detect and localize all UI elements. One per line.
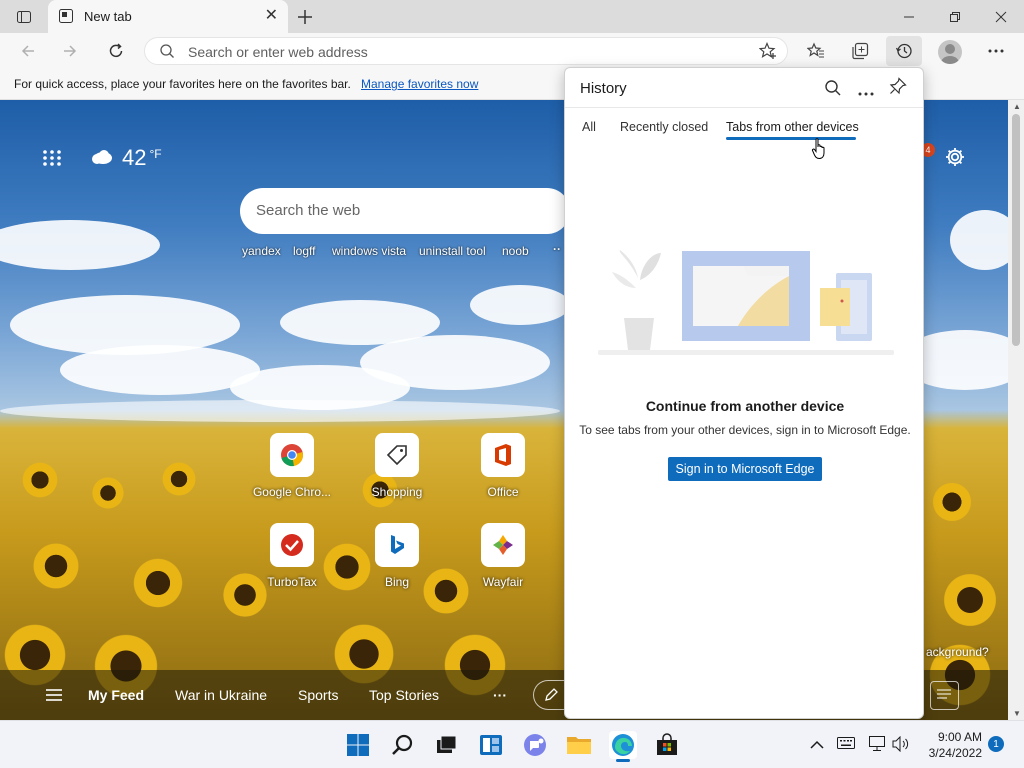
- quick-link-turbotax[interactable]: TurboTax: [247, 523, 337, 589]
- more-suggestions-icon[interactable]: ··: [553, 242, 561, 256]
- search-suggestion[interactable]: yandex: [242, 244, 281, 258]
- quick-link-label: Wayfair: [482, 575, 524, 589]
- notification-count-badge[interactable]: 1: [988, 736, 1004, 752]
- weather-temperature: 42: [122, 145, 147, 170]
- search-history-icon[interactable]: [824, 79, 842, 100]
- tab-tabs-from-other-devices[interactable]: Tabs from other devices: [726, 120, 859, 134]
- quick-link-office[interactable]: Office: [458, 433, 548, 499]
- weather-unit: °F: [149, 147, 162, 161]
- cloud-icon: [90, 149, 114, 168]
- close-window-button[interactable]: [978, 0, 1024, 33]
- feed-menu-icon[interactable]: [45, 688, 63, 705]
- search-suggestion[interactable]: noob: [502, 244, 529, 258]
- tab-all[interactable]: All: [582, 120, 596, 134]
- scrollbar-thumb[interactable]: [1012, 114, 1020, 346]
- sign-in-button[interactable]: Sign in to Microsoft Edge: [668, 457, 822, 481]
- address-placeholder: Search or enter web address: [188, 44, 368, 60]
- clock-date: 3/24/2022: [928, 746, 982, 760]
- search-suggestion[interactable]: logff: [293, 244, 315, 258]
- personalize-edit-icon[interactable]: [533, 680, 567, 710]
- quick-link-google-chrome[interactable]: Google Chro...: [247, 433, 337, 499]
- quick-link-label: Shopping: [371, 485, 423, 499]
- search-suggestion[interactable]: windows vista: [332, 244, 406, 258]
- bing-icon: [375, 523, 419, 567]
- forward-button[interactable]: [54, 37, 86, 65]
- close-tab-icon[interactable]: ✕: [265, 8, 278, 24]
- widgets-icon[interactable]: [477, 731, 505, 759]
- back-button[interactable]: [12, 37, 44, 65]
- teams-chat-icon[interactable]: [521, 731, 549, 759]
- feed-tab-war-in-ukraine[interactable]: War in Ukraine: [175, 687, 267, 703]
- web-search-placeholder: Search the web: [256, 202, 361, 219]
- start-windows-icon[interactable]: [344, 731, 372, 759]
- new-tab-button[interactable]: [289, 3, 321, 31]
- layout-toggle-icon[interactable]: [930, 681, 959, 710]
- tab-strip: New tab ✕: [0, 0, 1024, 33]
- active-app-indicator: [616, 759, 630, 762]
- active-tab-indicator: [726, 137, 856, 140]
- volume-icon[interactable]: [892, 735, 912, 755]
- wayfair-icon: [481, 523, 525, 567]
- system-clock[interactable]: 9:00 AM 3/24/2022: [914, 729, 982, 761]
- quick-link-label: Office: [487, 485, 519, 499]
- tab-new-tab[interactable]: New tab ✕: [48, 0, 288, 33]
- empty-state-title: Continue from another device: [645, 398, 845, 414]
- quick-link-label: Google Chro...: [252, 485, 332, 499]
- feed-tab-sports[interactable]: Sports: [298, 687, 338, 703]
- new-tab-icon: [58, 8, 74, 24]
- feed-tab-my-feed[interactable]: My Feed: [88, 687, 144, 703]
- tab-title: New tab: [84, 9, 132, 24]
- feed-more-icon[interactable]: ···: [493, 687, 507, 703]
- history-title: History: [580, 80, 627, 97]
- taskbar-search-icon[interactable]: [389, 731, 417, 759]
- background-prompt[interactable]: ackground?: [926, 645, 989, 659]
- turbotax-icon: [270, 523, 314, 567]
- shopping-tag-icon: [375, 433, 419, 477]
- quick-link-label: Bing: [384, 575, 410, 589]
- address-bar[interactable]: Search or enter web address: [144, 37, 788, 65]
- history-more-options-icon[interactable]: [858, 84, 874, 99]
- file-explorer-icon[interactable]: [565, 731, 593, 759]
- quick-link-wayfair[interactable]: Wayfair: [458, 523, 548, 589]
- weather-widget[interactable]: 42 °F: [90, 145, 162, 171]
- task-view-icon[interactable]: [432, 731, 460, 759]
- empty-state-description: To see tabs from your other devices, sig…: [579, 423, 911, 437]
- profile-avatar[interactable]: [938, 40, 962, 64]
- minimize-button[interactable]: [886, 0, 932, 33]
- add-favorite-icon[interactable]: [758, 41, 777, 63]
- search-suggestion[interactable]: uninstall tool: [419, 244, 486, 258]
- network-icon[interactable]: [869, 736, 887, 755]
- tab-recently-closed[interactable]: Recently closed: [620, 120, 708, 134]
- tab-actions-icon[interactable]: [8, 3, 40, 31]
- quick-link-shopping[interactable]: Shopping: [352, 433, 442, 499]
- keyboard-icon[interactable]: [837, 737, 855, 752]
- web-search-box[interactable]: Search the web: [240, 188, 570, 234]
- clock-time: 9:00 AM: [937, 730, 982, 744]
- history-panel: History All Recently closed Tabs from ot…: [564, 67, 924, 719]
- quick-link-bing[interactable]: Bing: [352, 523, 442, 589]
- refresh-button[interactable]: [100, 37, 132, 65]
- restore-button[interactable]: [932, 0, 978, 33]
- chrome-icon: [270, 433, 314, 477]
- devices-illustration: [598, 248, 894, 361]
- mouse-cursor-hand-icon: [811, 137, 827, 164]
- history-icon[interactable]: [886, 36, 922, 66]
- favorites-icon[interactable]: [800, 37, 832, 65]
- page-settings-gear-icon[interactable]: [944, 146, 966, 171]
- microsoft-store-icon[interactable]: [653, 731, 681, 759]
- pin-panel-icon[interactable]: [889, 77, 907, 98]
- favorites-bar-message: For quick access, place your favorites h…: [14, 77, 351, 91]
- show-hidden-icons-chevron-icon[interactable]: [810, 738, 824, 753]
- feed-tab-top-stories[interactable]: Top Stories: [369, 687, 439, 703]
- page-scrollbar[interactable]: ▲ ▼: [1008, 100, 1024, 720]
- quick-link-label: TurboTax: [267, 575, 317, 589]
- apps-launcher-icon[interactable]: [42, 149, 62, 170]
- edge-taskbar-icon[interactable]: [609, 731, 637, 759]
- manage-favorites-link[interactable]: Manage favorites now: [361, 77, 478, 91]
- settings-more-icon[interactable]: [980, 37, 1012, 65]
- search-icon: [159, 43, 175, 62]
- collections-icon[interactable]: [844, 37, 876, 65]
- office-icon: [481, 433, 525, 477]
